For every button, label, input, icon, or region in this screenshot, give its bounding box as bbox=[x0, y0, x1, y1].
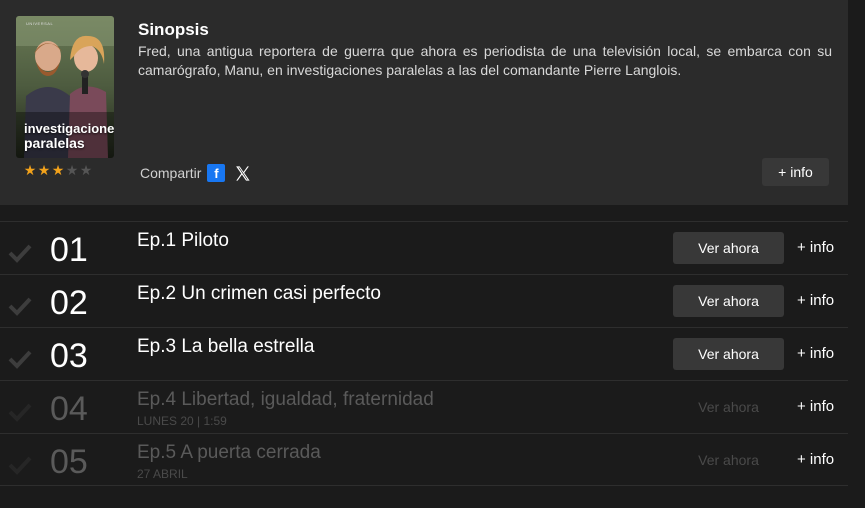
star-empty-icon: ★ bbox=[79, 162, 93, 178]
poster-brand-logo: UNIVERSAL bbox=[26, 21, 54, 26]
synopsis-panel: UNIVERSAL investigaciones paralelas ★★★★… bbox=[0, 0, 848, 205]
synopsis-title: Sinopsis bbox=[138, 20, 209, 39]
episode-air-info: 27 ABRIL bbox=[137, 467, 188, 481]
episode-title[interactable]: Ep.4 Libertad, igualdad, fraternidad bbox=[137, 389, 434, 411]
episode-row[interactable]: 03 Ep.3 La bella estrella Ver ahora + info bbox=[0, 327, 848, 380]
episode-title[interactable]: Ep.1 Piloto bbox=[137, 230, 229, 252]
share-label: Compartir bbox=[140, 165, 202, 181]
episode-number: 03 bbox=[50, 337, 88, 375]
episode-more-info-link[interactable]: + info bbox=[797, 451, 834, 468]
watched-check-icon[interactable] bbox=[8, 402, 32, 422]
star-empty-icon: ★ bbox=[65, 162, 79, 178]
star-filled-icon: ★ bbox=[51, 162, 65, 178]
episode-number: 02 bbox=[50, 284, 88, 322]
episode-air-info: LUNES 20 | 1:59 bbox=[137, 414, 227, 428]
watch-now-button: Ver ahora bbox=[698, 452, 759, 468]
watch-now-button[interactable]: Ver ahora bbox=[673, 338, 784, 370]
list-bottom-divider bbox=[0, 485, 848, 486]
episode-title[interactable]: Ep.3 La bella estrella bbox=[137, 336, 314, 358]
episode-title[interactable]: Ep.2 Un crimen casi perfecto bbox=[137, 283, 381, 305]
rating-stars: ★★★★★ bbox=[23, 162, 93, 178]
poster-title-line1: investigaciones bbox=[24, 121, 114, 136]
episode-row[interactable]: 05 Ep.5 A puerta cerrada 27 ABRIL Ver ahora… bbox=[0, 433, 848, 486]
episode-more-info-link[interactable]: + info bbox=[797, 292, 834, 309]
series-poster[interactable]: UNIVERSAL investigaciones paralelas bbox=[16, 16, 114, 158]
episode-more-info-link[interactable]: + info bbox=[797, 345, 834, 362]
episode-number: 04 bbox=[50, 390, 88, 428]
watched-check-icon[interactable] bbox=[8, 296, 32, 316]
watched-check-icon[interactable] bbox=[8, 455, 32, 475]
episode-more-info-link[interactable]: + info bbox=[797, 239, 834, 256]
episode-number: 01 bbox=[50, 231, 88, 269]
episode-more-info-link[interactable]: + info bbox=[797, 398, 834, 415]
watched-check-icon[interactable] bbox=[8, 349, 32, 369]
more-info-button[interactable]: + info bbox=[762, 158, 829, 186]
star-filled-icon: ★ bbox=[37, 162, 51, 178]
poster-title: investigaciones paralelas bbox=[24, 121, 114, 151]
watched-check-icon[interactable] bbox=[8, 243, 32, 263]
episode-number: 05 bbox=[50, 443, 88, 481]
watch-now-button: Ver ahora bbox=[698, 399, 759, 415]
facebook-icon[interactable]: f bbox=[207, 164, 226, 182]
episode-title[interactable]: Ep.5 A puerta cerrada bbox=[137, 442, 321, 464]
synopsis-text: Fred, una antigua reportera de guerra qu… bbox=[138, 43, 832, 78]
episode-row[interactable]: 02 Ep.2 Un crimen casi perfecto Ver ahora +… bbox=[0, 274, 848, 327]
share-bar: Compartir f bbox=[140, 162, 251, 184]
watch-now-button[interactable]: Ver ahora bbox=[673, 232, 784, 264]
poster-title-line2: paralelas bbox=[24, 135, 85, 151]
watch-now-button[interactable]: Ver ahora bbox=[673, 285, 784, 317]
x-twitter-icon[interactable] bbox=[233, 164, 251, 182]
star-filled-icon: ★ bbox=[23, 162, 37, 178]
episode-row[interactable]: 04 Ep.4 Libertad, igualdad, fraternidad LU… bbox=[0, 380, 848, 433]
episode-row[interactable]: 01 Ep.1 Piloto Ver ahora + info bbox=[0, 221, 848, 274]
